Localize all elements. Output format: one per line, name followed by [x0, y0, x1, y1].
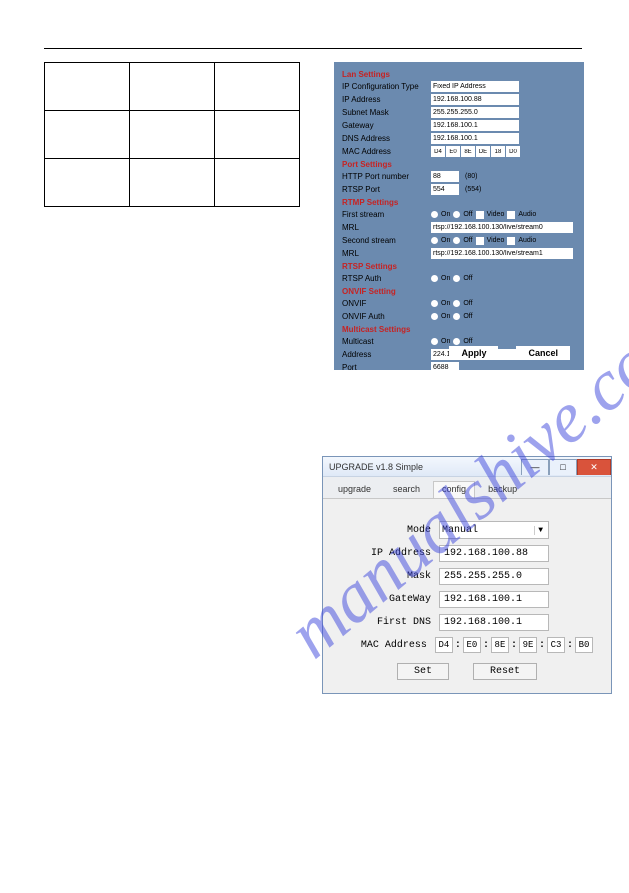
mrl2-input[interactable] — [431, 248, 573, 259]
mac2-4[interactable] — [547, 637, 565, 653]
label-onvif: ONVIF — [342, 299, 428, 308]
first-on-radio[interactable] — [431, 211, 438, 218]
lan-settings-panel: Lan Settings IP Configuration Type IP Ad… — [334, 62, 584, 370]
mrl1-input[interactable] — [431, 222, 573, 233]
label-mode: Mode — [341, 525, 431, 536]
mac2-5[interactable] — [575, 637, 593, 653]
label-gateway: Gateway — [342, 121, 428, 130]
tab-search[interactable]: search — [384, 481, 429, 498]
onvifauth-off-radio[interactable] — [453, 313, 460, 320]
mac2-group: : : : : : — [435, 637, 593, 653]
maximize-button[interactable]: □ — [549, 459, 577, 475]
label-rtspauth: RTSP Auth — [342, 274, 428, 283]
mac2-0[interactable] — [435, 637, 453, 653]
section-rtsp: RTSP Settings — [342, 262, 576, 271]
rtspauth-on-radio[interactable] — [431, 275, 438, 282]
ipaddr-input[interactable] — [431, 94, 519, 105]
rtspport-input[interactable] — [431, 184, 459, 195]
dns-input[interactable] — [431, 133, 519, 144]
multicast-port-input[interactable] — [431, 362, 459, 373]
mac-4[interactable] — [491, 146, 505, 157]
onvifauth-on-radio[interactable] — [431, 313, 438, 320]
multicast-off-radio[interactable] — [453, 338, 460, 345]
first-video-chk[interactable] — [476, 211, 484, 219]
label-rtspport: RTSP Port — [342, 185, 428, 194]
tab-config[interactable]: config — [433, 481, 475, 498]
mac-2[interactable] — [461, 146, 475, 157]
first-off-radio[interactable] — [453, 211, 460, 218]
label-mac: MAC Address — [342, 147, 428, 156]
minimize-button[interactable]: — — [521, 459, 549, 475]
section-multicast: Multicast Settings — [342, 325, 576, 334]
httpport-hint: (80) — [465, 173, 477, 180]
section-lan: Lan Settings — [342, 70, 576, 79]
onvif-on-radio[interactable] — [431, 300, 438, 307]
label-secondstream: Second stream — [342, 236, 428, 245]
onvif-off-radio[interactable] — [453, 300, 460, 307]
label-dns: DNS Address — [342, 134, 428, 143]
tab-backup[interactable]: backup — [479, 481, 526, 498]
close-button[interactable]: ✕ — [577, 459, 611, 475]
label-firststream: First stream — [342, 210, 428, 219]
reset-button[interactable]: Reset — [473, 663, 537, 680]
mask-input[interactable] — [439, 568, 549, 585]
upgrade-window: UPGRADE v1.8 Simple — □ ✕ upgrade search… — [322, 456, 612, 694]
mac-5[interactable] — [506, 146, 520, 157]
subnet-input[interactable] — [431, 107, 519, 118]
second-on-radio[interactable] — [431, 237, 438, 244]
gateway-input[interactable] — [431, 120, 519, 131]
httpport-input[interactable] — [431, 171, 459, 182]
section-rtmp: RTMP Settings — [342, 198, 576, 207]
gateway2-input[interactable] — [439, 591, 549, 608]
apply-button[interactable]: Apply — [449, 346, 498, 360]
label-mask: Mask — [341, 571, 431, 582]
dns2-input[interactable] — [439, 614, 549, 631]
titlebar: UPGRADE v1.8 Simple — □ ✕ — [323, 457, 611, 477]
mode-select[interactable]: Manual ▼ — [439, 521, 549, 539]
ip-input[interactable] — [439, 545, 549, 562]
cancel-button[interactable]: Cancel — [516, 346, 570, 360]
section-onvif: ONVIF Setting — [342, 287, 576, 296]
second-video-chk[interactable] — [476, 237, 484, 245]
doc-table — [44, 62, 300, 207]
label-address: Address — [342, 350, 428, 359]
label-port: Port — [342, 363, 428, 372]
multicast-on-radio[interactable] — [431, 338, 438, 345]
label-mrl2: MRL — [342, 249, 428, 258]
dropdown-icon: ▼ — [534, 526, 546, 535]
label-multicast: Multicast — [342, 337, 428, 346]
label-dns2: First DNS — [341, 617, 431, 628]
label-mac2: MAC Address — [341, 640, 427, 651]
rtspport-hint: (554) — [465, 186, 481, 193]
mac2-1[interactable] — [463, 637, 481, 653]
first-audio-chk[interactable] — [507, 211, 515, 219]
mac-3[interactable] — [476, 146, 490, 157]
tab-upgrade[interactable]: upgrade — [329, 481, 380, 498]
config-body: Mode Manual ▼ IP Address Mask GateWay Fi… — [323, 499, 611, 696]
section-port: Port Settings — [342, 160, 576, 169]
label-mrl1: MRL — [342, 223, 428, 232]
second-audio-chk[interactable] — [507, 237, 515, 245]
window-title: UPGRADE v1.8 Simple — [329, 462, 423, 472]
second-off-radio[interactable] — [453, 237, 460, 244]
ipconfig-select[interactable] — [431, 81, 519, 92]
mac2-2[interactable] — [491, 637, 509, 653]
label-gateway2: GateWay — [341, 594, 431, 605]
set-button[interactable]: Set — [397, 663, 449, 680]
label-ip: IP Address — [341, 548, 431, 559]
label-ipconfig: IP Configuration Type — [342, 82, 428, 91]
label-onvifauth: ONVIF Auth — [342, 312, 428, 321]
mac-1[interactable] — [446, 146, 460, 157]
mac-0[interactable] — [431, 146, 445, 157]
tab-bar: upgrade search config backup — [323, 477, 611, 499]
mac2-3[interactable] — [519, 637, 537, 653]
label-ipaddr: IP Address — [342, 95, 428, 104]
mac-input-group — [431, 146, 520, 157]
rtspauth-off-radio[interactable] — [453, 275, 460, 282]
page-rule — [44, 48, 582, 49]
label-httpport: HTTP Port number — [342, 172, 428, 181]
label-subnet: Subnet Mask — [342, 108, 428, 117]
